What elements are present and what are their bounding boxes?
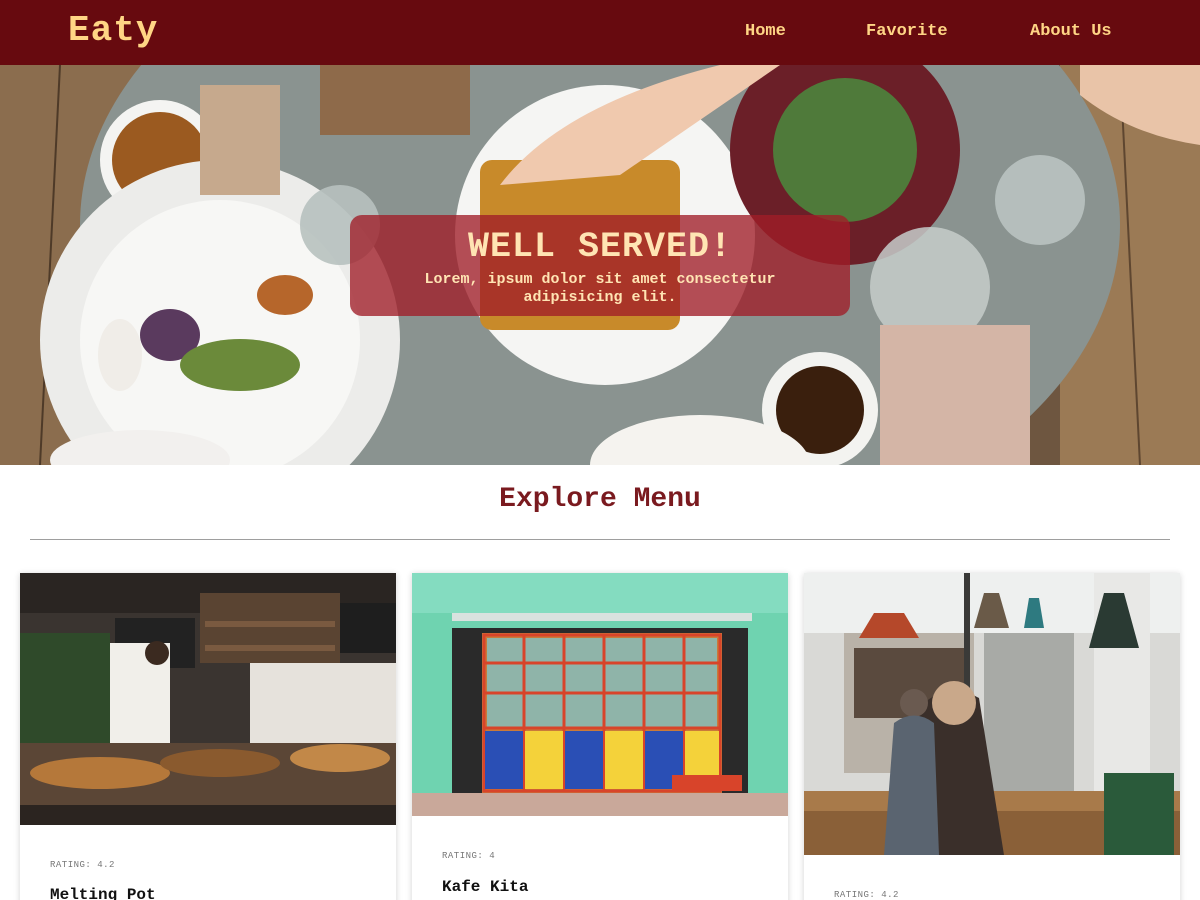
card-title: Melting Pot <box>50 886 156 900</box>
nav-link-about-us[interactable]: About Us <box>1030 22 1112 41</box>
nav-link-favorite[interactable]: Favorite <box>866 22 948 41</box>
navbar: Eaty Home Favorite About Us <box>0 0 1200 65</box>
section-title: Explore Menu <box>499 484 701 515</box>
card-rating: RATING: 4 <box>442 851 496 861</box>
divider <box>30 539 1170 540</box>
card-image <box>804 573 1180 855</box>
hero-banner: WELL SERVED! Lorem, ipsum dolor sit amet… <box>0 65 1200 465</box>
hero-caption: WELL SERVED! Lorem, ipsum dolor sit amet… <box>350 215 850 316</box>
restaurant-card[interactable]: RATING: 4 Kafe Kita <box>412 573 788 900</box>
hero-subtitle: Lorem, ipsum dolor sit amet consectetur … <box>424 271 776 306</box>
card-image <box>412 573 788 816</box>
restaurant-card[interactable]: RATING: 4.2 Melting Pot <box>20 573 396 900</box>
hero-title: WELL SERVED! <box>467 227 733 267</box>
card-rating: RATING: 4.2 <box>834 890 899 900</box>
nav-link-home[interactable]: Home <box>745 22 786 41</box>
card-image <box>20 573 396 825</box>
card-title: Kafe Kita <box>442 878 529 896</box>
brand-logo[interactable]: Eaty <box>68 10 158 51</box>
restaurant-card[interactable]: RATING: 4.2 <box>804 573 1180 900</box>
card-rating: RATING: 4.2 <box>50 860 115 870</box>
